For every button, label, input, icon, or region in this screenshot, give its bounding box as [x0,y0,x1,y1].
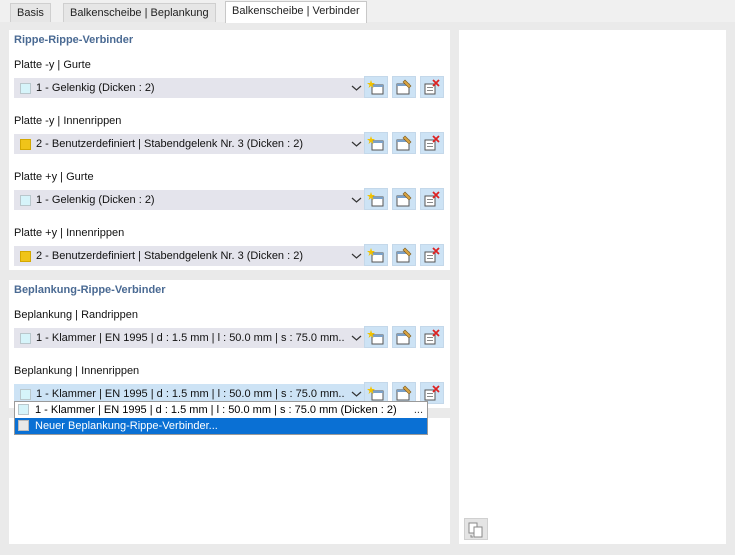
option-label: 1 - Klammer | EN 1995 | d : 1.5 mm | l :… [35,404,397,416]
edit-button[interactable] [392,76,416,98]
combo-value: 1 - Gelenkig (Dicken : 2) [36,82,155,94]
more-button[interactable]: ... [414,402,423,418]
chevron-down-icon[interactable] [351,251,362,261]
combo-platte-plus-y-innenrippen[interactable]: 2 - Benutzerdefiniert | Stabendgelenk Nr… [14,246,367,266]
color-swatch [20,83,31,94]
delete-button[interactable] [420,132,444,154]
chevron-down-icon[interactable] [351,195,362,205]
edit-button[interactable] [392,326,416,348]
edit-item-icon [396,135,412,151]
color-swatch [18,420,29,431]
field-label-platte-plus-y-gurte: Platte +y | Gurte [14,171,94,183]
delete-button[interactable] [420,76,444,98]
chevron-down-icon[interactable] [351,139,362,149]
delete-item-icon [424,247,440,263]
field-label-platte-minus-y-innenrippen: Platte -y | Innenrippen [14,115,122,127]
field-label-beplankung-randrippen: Beplankung | Randrippen [14,309,138,321]
edit-item-icon [396,329,412,345]
tab-balkenscheibe-verbinder[interactable]: Balkenscheibe | Verbinder [225,1,367,23]
color-swatch [20,195,31,206]
chevron-down-icon[interactable] [351,389,362,399]
tab-content: Rippe-Rippe-Verbinder Platte -y | Gurte … [0,22,735,555]
chevron-down-icon[interactable] [351,333,362,343]
combo-value: 1 - Gelenkig (Dicken : 2) [36,194,155,206]
combo-value: 2 - Benutzerdefiniert | Stabendgelenk Nr… [36,138,303,150]
edit-item-icon [396,247,412,263]
section-title: Rippe-Rippe-Verbinder [14,34,134,46]
delete-item-icon [424,329,440,345]
delete-button[interactable] [420,326,444,348]
tab-bar: Basis Balkenscheibe | Beplankung Balkens… [0,0,735,23]
combo-beplankung-randrippen[interactable]: 1 - Klammer | EN 1995 | d : 1.5 mm | l :… [14,328,367,348]
delete-button[interactable] [420,244,444,266]
edit-item-icon [396,79,412,95]
field-label-platte-minus-y-gurte: Platte -y | Gurte [14,59,91,71]
empty-panel [9,418,450,544]
new-item-icon [367,330,384,345]
dropdown-option[interactable]: 1 - Klammer | EN 1995 | d : 1.5 mm | l :… [15,402,427,418]
delete-button[interactable] [420,188,444,210]
new-button[interactable] [364,132,388,154]
color-swatch [20,333,31,344]
color-swatch [18,404,29,415]
field-label-beplankung-innenrippen: Beplankung | Innenrippen [14,365,140,377]
new-item-icon [367,192,384,207]
new-button[interactable] [364,76,388,98]
tab-basis[interactable]: Basis [10,3,51,22]
edit-button[interactable] [392,244,416,266]
preview-panel [459,30,726,544]
edit-item-icon [396,191,412,207]
delete-item-icon [424,79,440,95]
new-button[interactable] [364,188,388,210]
new-item-icon [367,80,384,95]
edit-button[interactable] [392,188,416,210]
delete-item-icon [424,191,440,207]
delete-item-icon [424,135,440,151]
new-item-icon [367,248,384,263]
connector-dropdown-list: 1 - Klammer | EN 1995 | d : 1.5 mm | l :… [14,401,428,435]
beplankung-rippe-verbinder-panel: Beplankung-Rippe-Verbinder Beplankung | … [9,280,450,408]
combo-platte-minus-y-innenrippen[interactable]: 2 - Benutzerdefiniert | Stabendgelenk Nr… [14,134,367,154]
combo-platte-minus-y-gurte[interactable]: 1 - Gelenkig (Dicken : 2) [14,78,367,98]
tab-balkenscheibe-beplankung[interactable]: Balkenscheibe | Beplankung [63,3,216,22]
option-label: Neuer Beplankung-Rippe-Verbinder... [35,420,218,432]
color-swatch [20,389,31,400]
edit-button[interactable] [392,132,416,154]
section-title: Beplankung-Rippe-Verbinder [14,284,166,296]
rippe-rippe-verbinder-panel: Rippe-Rippe-Verbinder Platte -y | Gurte … [9,30,450,270]
dropdown-option-new[interactable]: Neuer Beplankung-Rippe-Verbinder... [15,418,427,434]
new-item-icon [367,136,384,151]
transfer-button[interactable] [464,518,488,540]
color-swatch [20,251,31,262]
combo-value: 1 - Klammer | EN 1995 | d : 1.5 mm | l :… [36,332,344,344]
new-button[interactable] [364,326,388,348]
field-label-platte-plus-y-innenrippen: Platte +y | Innenrippen [14,227,125,239]
new-button[interactable] [364,244,388,266]
color-swatch [20,139,31,150]
transfer-icon [468,522,483,538]
chevron-down-icon[interactable] [351,83,362,93]
combo-platte-plus-y-gurte[interactable]: 1 - Gelenkig (Dicken : 2) [14,190,367,210]
combo-value: 2 - Benutzerdefiniert | Stabendgelenk Nr… [36,250,303,262]
